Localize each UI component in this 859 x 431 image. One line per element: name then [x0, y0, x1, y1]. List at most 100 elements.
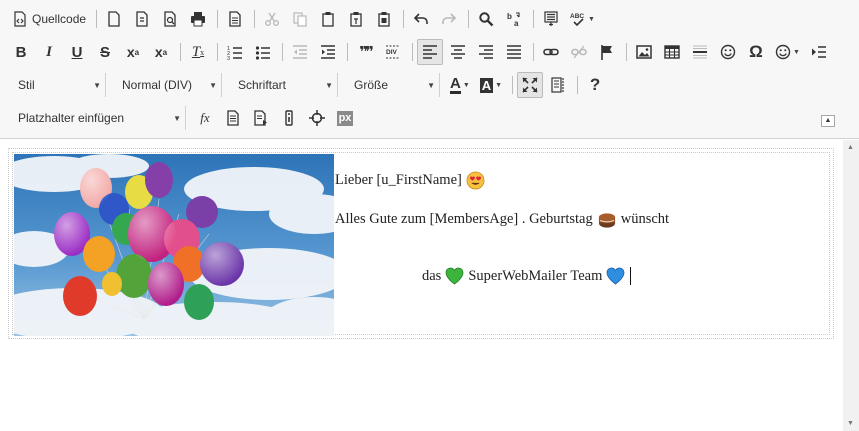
table-button[interactable]: [659, 39, 685, 65]
align-left-button[interactable]: [417, 39, 443, 65]
preview-icon: [164, 11, 176, 27]
anchor-button[interactable]: [594, 39, 620, 65]
bold-button[interactable]: B: [8, 39, 34, 65]
new-page-button[interactable]: [101, 6, 127, 32]
underline-button[interactable]: U: [64, 39, 90, 65]
svg-text:DIV: DIV: [386, 49, 398, 56]
document-button[interactable]: [222, 6, 248, 32]
undo-button[interactable]: [408, 6, 434, 32]
outdent-button[interactable]: [287, 39, 313, 65]
separator: [403, 10, 405, 28]
page-break-button[interactable]: [806, 39, 832, 65]
copy-icon: [293, 12, 307, 27]
signature-line: das SuperWebMailer Team: [422, 267, 632, 285]
scroll-up-arrow-icon[interactable]: ▲: [847, 144, 854, 151]
birthday-line: Alles Gute zum [MembersAge] . Geburtstag…: [335, 210, 669, 229]
spellcheck-button[interactable]: ABC ▼: [566, 6, 599, 32]
style-combo[interactable]: Stil ▼: [8, 73, 106, 97]
inner-table-cell: Lieber [u_FirstName] Alles Gute zum [Mem…: [12, 152, 830, 336]
paste-button[interactable]: [315, 6, 341, 32]
align-justify-icon: [507, 45, 521, 59]
copy-button[interactable]: [287, 6, 313, 32]
scissors-icon: [265, 12, 279, 26]
blockquote-button[interactable]: ❞❞: [352, 39, 378, 65]
svg-text:3: 3: [227, 56, 230, 60]
select-all-icon: [544, 11, 558, 26]
birthday-cake-emoji-icon: [598, 213, 615, 228]
superscript-button[interactable]: xa: [148, 39, 174, 65]
scroll-down-arrow-icon[interactable]: ▼: [847, 420, 854, 427]
show-blocks-button[interactable]: [545, 72, 571, 98]
separator: [180, 43, 181, 61]
vertical-scrollbar[interactable]: ▲ ▼: [843, 140, 859, 431]
placeholder-combo[interactable]: Platzhalter einfügen ▼: [8, 106, 186, 130]
create-div-button[interactable]: DIV: [380, 39, 406, 65]
replace-button[interactable]: ba: [501, 6, 527, 32]
subscript-button[interactable]: xa: [120, 39, 146, 65]
style-combo-label: Stil: [18, 78, 35, 92]
find-button[interactable]: [473, 6, 499, 32]
clipboard-word-icon: [378, 12, 390, 27]
source-button[interactable]: Quellcode: [8, 6, 90, 32]
move-button[interactable]: [304, 105, 330, 131]
text-caret: [630, 267, 632, 285]
print-icon: [191, 12, 206, 27]
font-combo[interactable]: Schriftart ▼: [228, 73, 338, 97]
background-color-button[interactable]: A ▼: [476, 72, 506, 98]
horizontal-rule-button[interactable]: [687, 39, 713, 65]
doc-insert-button[interactable]: [248, 105, 274, 131]
maximize-button[interactable]: [517, 72, 544, 98]
format-combo[interactable]: Normal (DIV) ▼: [112, 73, 222, 97]
paste-word-button[interactable]: [371, 6, 397, 32]
editor-content[interactable]: Lieber [u_FirstName] Alles Gute zum [Mem…: [0, 140, 843, 431]
page-break-icon: [811, 46, 826, 58]
balloons-illustration: [14, 154, 334, 336]
bulleted-list-button[interactable]: [250, 39, 276, 65]
doc-block-button[interactable]: [220, 105, 246, 131]
paste-text-button[interactable]: [343, 6, 369, 32]
indent-button[interactable]: [315, 39, 341, 65]
strikethrough-button[interactable]: S: [92, 39, 118, 65]
function-button[interactable]: fx: [192, 105, 218, 131]
birthday-text: Alles Gute zum [MembersAge] . Geburtstag: [335, 211, 593, 227]
green-heart-emoji-icon: [445, 267, 464, 285]
emoji-button[interactable]: ▼: [771, 39, 804, 65]
align-justify-button[interactable]: [501, 39, 527, 65]
numbered-list-button[interactable]: 123: [222, 39, 248, 65]
link-button[interactable]: [538, 39, 564, 65]
separator: [412, 43, 413, 61]
px-button[interactable]: px: [332, 105, 358, 131]
text-color-button[interactable]: A ▼: [446, 72, 474, 98]
show-blocks-icon: [551, 77, 564, 93]
balloons-image[interactable]: [14, 154, 334, 336]
emoji-icon: [775, 44, 791, 60]
preview-button[interactable]: [157, 6, 183, 32]
select-all-button[interactable]: [538, 6, 564, 32]
cut-button[interactable]: [259, 6, 285, 32]
table-icon: [664, 45, 680, 59]
outer-table: Lieber [u_FirstName] Alles Gute zum [Mem…: [8, 148, 834, 339]
link-icon: [543, 48, 559, 56]
collapse-toolbar-button[interactable]: ▲: [821, 115, 835, 127]
align-center-icon: [451, 45, 465, 59]
indent-icon: [321, 45, 335, 59]
templates-button[interactable]: [129, 6, 155, 32]
signature-text: SuperWebMailer Team: [468, 267, 603, 284]
redo-button[interactable]: [436, 6, 462, 32]
size-combo[interactable]: Größe ▼: [344, 73, 440, 97]
help-button[interactable]: ?: [582, 72, 608, 98]
smiley-icon: [720, 44, 736, 60]
info-button[interactable]: [276, 105, 302, 131]
greeting-line: Lieber [u_FirstName]: [335, 171, 489, 190]
unlink-button[interactable]: [566, 39, 592, 65]
image-button[interactable]: [631, 39, 657, 65]
smiley-button[interactable]: [715, 39, 741, 65]
special-char-button[interactable]: Ω: [743, 39, 769, 65]
italic-button[interactable]: I: [36, 39, 62, 65]
source-label: Quellcode: [32, 12, 87, 26]
align-center-button[interactable]: [445, 39, 471, 65]
search-icon: [479, 12, 494, 27]
align-right-button[interactable]: [473, 39, 499, 65]
remove-format-button[interactable]: Tx: [185, 39, 211, 65]
print-button[interactable]: [185, 6, 211, 32]
